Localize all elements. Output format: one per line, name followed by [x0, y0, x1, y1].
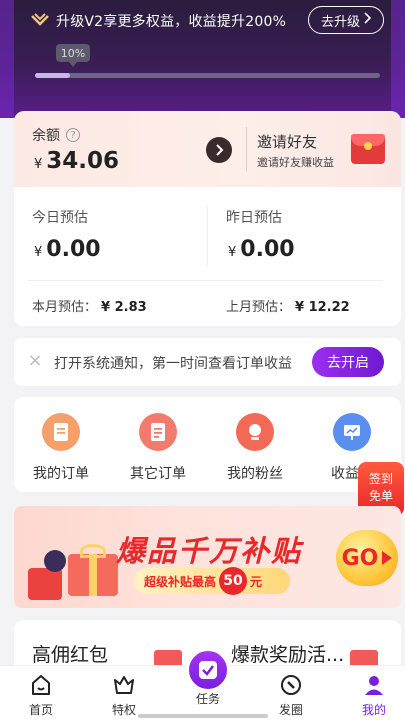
go-label: GO: [341, 545, 379, 571]
divider: [246, 127, 247, 171]
invite-friends-subtitle[interactable]: 邀请好友赚收益: [257, 154, 334, 170]
other-order-icon: [139, 413, 177, 451]
this-month-label: 本月预估：: [32, 300, 98, 315]
currency-symbol: ¥: [228, 245, 237, 260]
home-indicator: [138, 714, 268, 718]
tab-moments[interactable]: 发圈: [261, 671, 321, 718]
last-month-estimate: 上月预估： ¥ 12.22: [226, 296, 350, 315]
crown-icon: [110, 671, 138, 699]
enable-notifications-button[interactable]: 去开启: [312, 347, 384, 377]
currency-symbol: ¥: [34, 157, 43, 172]
signin-line1: 签到: [368, 472, 393, 486]
tab-home[interactable]: 首页: [11, 671, 71, 718]
chevron-right-icon: [216, 144, 224, 156]
order-icon: [42, 413, 80, 451]
balance-value: ¥ 34.06: [34, 148, 119, 174]
subsidy-banner[interactable]: 爆品千万补贴 超级补贴最高 50 元 GO: [14, 506, 401, 608]
shortcut-my-orders[interactable]: 我的订单: [21, 413, 101, 483]
balance-amount: 34.06: [46, 148, 120, 174]
user-icon: [360, 671, 388, 699]
report-icon: [333, 413, 371, 451]
play-arrow-icon: [382, 551, 393, 565]
banner-subtitle-prefix: 超级补贴最高: [144, 574, 217, 589]
tab-label: 发圈: [278, 703, 303, 717]
banner-subtitle: 超级补贴最高 50 元: [134, 567, 290, 595]
upgrade-promo-text: 升级V2享更多权益，收益提升200%: [56, 14, 287, 30]
task-center-button[interactable]: [186, 648, 230, 692]
this-month-estimate: 本月预估： ¥ 2.83: [32, 296, 147, 315]
vip-header: 升级V2享更多权益，收益提升200% 去升级 10%: [0, 0, 405, 118]
progress-percent-bubble: 10%: [56, 44, 90, 67]
balance-label-row: 余额 ?: [32, 125, 80, 145]
person-illustration: [44, 550, 66, 572]
shortcut-label: 我的粉丝: [227, 466, 283, 482]
yesterday-estimate-value: ¥ 0.00: [228, 237, 295, 262]
check-icon: [199, 661, 217, 679]
balance-card: 余额 ? ¥ 34.06 邀请好友 邀请好友赚收益: [14, 111, 401, 187]
banner-subtitle-suffix: 元: [250, 574, 263, 589]
yesterday-estimate-label: 昨日预估: [226, 210, 282, 226]
tab-label: 首页: [28, 703, 53, 717]
today-estimate-label: 今日预估: [32, 210, 88, 226]
notification-prompt-text: 打开系统通知，第一时间查看订单收益: [54, 356, 292, 372]
close-icon[interactable]: ×: [26, 352, 44, 370]
tab-mine[interactable]: 我的: [344, 671, 404, 718]
gift-box-icon: [28, 568, 62, 600]
home-icon: [27, 671, 55, 699]
notification-prompt: × 打开系统通知，第一时间查看订单收益 去开启: [14, 338, 401, 386]
shortcut-grid: 我的订单 其它订单 我的粉丝 收益报: [14, 397, 401, 492]
currency-symbol: ¥: [34, 245, 43, 260]
upgrade-progress-bar: [35, 73, 380, 78]
last-month-value: ¥ 12.22: [295, 300, 350, 315]
balance-detail-button[interactable]: [206, 137, 232, 163]
earnings-estimate-card: 今日预估 ¥ 0.00 昨日预估 ¥ 0.00 本月预估： ¥ 2.83 上月预…: [14, 187, 401, 326]
signin-line2: 免单: [368, 489, 393, 503]
last-month-label: 上月预估：: [226, 300, 292, 315]
hot-item-reward-title[interactable]: 爆款奖励活...: [231, 640, 344, 667]
tab-privilege[interactable]: 特权: [94, 671, 154, 718]
upgrade-button-label: 去升级: [320, 14, 360, 30]
divider: [207, 205, 208, 267]
divider: [28, 280, 383, 281]
fans-icon: [236, 413, 274, 451]
chevron-right-icon: [363, 12, 372, 28]
today-estimate-amount: 0.00: [46, 237, 101, 262]
tab-label: 任务: [195, 692, 220, 706]
compass-icon: [277, 671, 305, 699]
today-estimate-value: ¥ 0.00: [34, 237, 101, 262]
gift-box-icon: [68, 554, 118, 596]
high-commission-redpacket-title[interactable]: 高佣红包: [32, 640, 108, 667]
shortcut-label: 我的订单: [33, 466, 89, 482]
this-month-value: ¥ 2.83: [101, 300, 147, 315]
vip-chevron-icon: [30, 11, 50, 31]
balance-label: 余额: [32, 128, 60, 144]
invite-friends-title[interactable]: 邀请好友: [257, 131, 317, 152]
yesterday-estimate-amount: 0.00: [240, 237, 295, 262]
go-button[interactable]: GO: [336, 530, 398, 586]
tab-label: 我的: [361, 703, 386, 717]
red-envelope-icon[interactable]: [351, 134, 385, 164]
banner-subtitle-amount: 50: [219, 567, 248, 595]
upgrade-progress-fill: [35, 73, 70, 78]
shortcut-other-orders[interactable]: 其它订单: [118, 413, 198, 483]
banner-title: 爆品千万补贴: [116, 534, 303, 568]
shortcut-my-fans[interactable]: 我的粉丝: [215, 413, 295, 483]
shortcut-label: 其它订单: [130, 466, 186, 482]
gift-bow-icon: [80, 544, 106, 558]
upgrade-button[interactable]: 去升级: [308, 6, 384, 34]
help-icon[interactable]: ?: [66, 128, 80, 142]
